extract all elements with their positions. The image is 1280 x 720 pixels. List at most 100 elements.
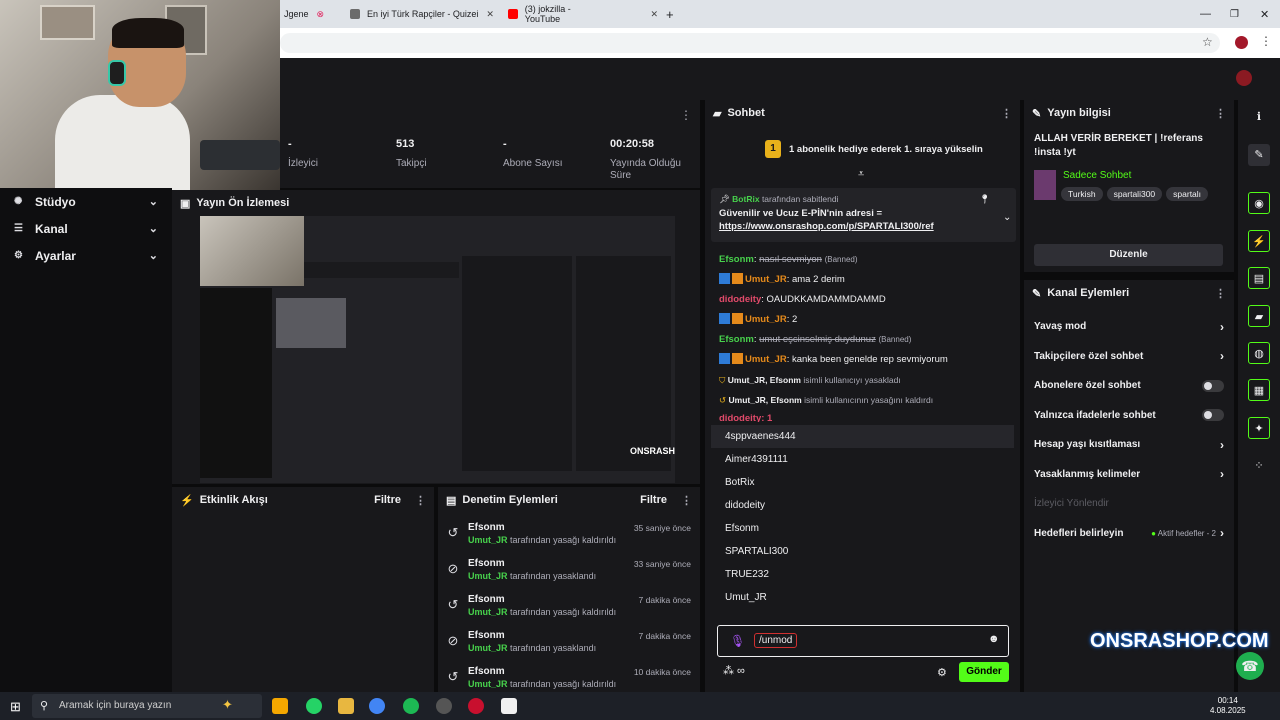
action-banned-words[interactable]: Yasaklanmış kelimeler › xyxy=(1024,460,1234,490)
pinned-link[interactable]: https://www.onsrashop.com/p/SPARTALI300/… xyxy=(711,219,1016,232)
close-tab-icon[interactable]: ✕ xyxy=(486,9,494,20)
chat-message: Efsonm: umut eşcinselmiş duydunuz (Banne… xyxy=(719,334,912,345)
subscribers-only-toggle[interactable] xyxy=(1202,379,1224,392)
close-tab-icon[interactable]: ✕ xyxy=(650,9,658,20)
layout-icon[interactable]: ▦ xyxy=(1248,379,1270,401)
wrench-icon[interactable]: ✦ xyxy=(1248,417,1270,439)
chat-message: didodeity: OAUDKKAMDAMMDAMMD xyxy=(719,294,886,305)
suggestion-item[interactable]: didodeity xyxy=(711,494,1014,517)
send-button[interactable]: Gönder xyxy=(959,662,1009,682)
restore-icon[interactable]: ❐ xyxy=(1230,4,1239,24)
chat-menu-icon[interactable]: ⋮ xyxy=(1001,107,1012,120)
unpin-icon[interactable]: 📍︎ xyxy=(979,194,990,205)
taskbar: ⊞ ⚲ Aramak için buraya yazın ✦ 00:14 4.08… xyxy=(0,692,1280,720)
streamer-hair xyxy=(112,18,184,48)
stat-uptime: 00:20:58 Yayında Olduğu Süre xyxy=(610,138,681,181)
chat-bubble-icon[interactable]: ▰ xyxy=(1248,305,1270,327)
user-avatar[interactable] xyxy=(1236,70,1252,86)
taskbar-search[interactable]: ⚲ Aramak için buraya yazın ✦ xyxy=(32,694,262,718)
action-slow-mode[interactable]: Yavaş mod › xyxy=(1024,312,1234,342)
suggestion-item[interactable]: BotRix xyxy=(711,471,1014,494)
suggestion-item[interactable]: TRUE232 xyxy=(711,563,1014,586)
spotify-icon[interactable] xyxy=(403,698,419,714)
info-icon[interactable]: ℹ xyxy=(1248,106,1270,128)
action-emotes-only[interactable]: Yalnızca ifadelerle sohbet xyxy=(1024,401,1234,431)
new-tab-button[interactable]: + xyxy=(666,4,674,24)
search-app-icon[interactable] xyxy=(272,698,288,714)
edit-button[interactable]: Düzenle xyxy=(1034,244,1223,266)
stats-panel: ⋮ - İzleyici 513 Takipçi - Abone Sayısı 00:… xyxy=(280,100,700,188)
broadcast-icon[interactable]: ◍ xyxy=(1248,342,1270,364)
search-icon: ⚲ xyxy=(40,700,49,712)
opera-icon[interactable] xyxy=(468,698,484,714)
microphone-icon[interactable]: 🎙︎ xyxy=(730,634,745,648)
chat-header: ▰ Sohbet ⋮ xyxy=(713,107,1012,120)
moderation-filter-button[interactable]: Filtre xyxy=(640,494,667,506)
sidebar-item-studio[interactable]: ✺ Stüdyo ⌄ xyxy=(0,188,172,215)
shield-icon: ⛉ xyxy=(719,375,726,385)
tag[interactable]: spartali300 xyxy=(1106,187,1163,201)
settings-icon: ⚙ xyxy=(14,250,23,261)
action-subscribers-only[interactable]: Abonelere özel sohbet xyxy=(1024,371,1234,401)
minimize-icon[interactable]: — xyxy=(1200,4,1211,24)
sidebar-item-channel[interactable]: ☰ Kanal ⌄ xyxy=(0,215,172,242)
suggestion-item[interactable]: Umut_JR xyxy=(711,586,1014,609)
sidebar-item-settings[interactable]: ⚙ Ayarlar ⌄ xyxy=(0,242,172,269)
stats-menu-icon[interactable]: ⋮ xyxy=(680,108,692,122)
action-goals[interactable]: Hedefleri belirleyin ● Aktif hedefler - 2… xyxy=(1024,519,1234,549)
close-tab-icon[interactable]: ⊗ xyxy=(317,9,325,20)
browser-tab[interactable]: En iyi Türk Rapçiler - Quizei ✕ xyxy=(350,4,500,24)
windows-start-icon[interactable]: ⊞ xyxy=(10,699,21,715)
obs-icon[interactable] xyxy=(436,698,452,714)
chevron-right-icon: › xyxy=(1220,467,1224,482)
edit-icon: ✎ xyxy=(1032,287,1042,300)
collapse-icon[interactable]: ⩡ xyxy=(858,168,864,181)
suggestion-item[interactable]: SPARTALI300 xyxy=(711,540,1014,563)
activity-filter-button[interactable]: Filtre xyxy=(374,494,401,506)
stream-preview-video[interactable]: ONSRASHOP.COM xyxy=(200,216,675,483)
emoji-icon[interactable]: ☻ xyxy=(988,633,1000,645)
more-icon[interactable]: ⁘ xyxy=(1248,455,1270,477)
emotes-only-toggle[interactable] xyxy=(1202,409,1224,422)
lightning-icon[interactable]: ⚡ xyxy=(1248,230,1270,252)
url-field[interactable] xyxy=(280,33,1220,53)
points-icon[interactable]: ⁂ ∞ xyxy=(723,664,745,677)
sparkle-icon: ✦ xyxy=(222,697,233,712)
notepad-icon[interactable] xyxy=(501,698,517,714)
chat-input[interactable]: 🎙︎ /unmod ☻ xyxy=(717,625,1009,657)
suggestion-item[interactable]: Efsonm xyxy=(711,517,1014,540)
preview-stats xyxy=(304,262,459,278)
moderation-menu-icon[interactable]: ⋮ xyxy=(681,494,692,507)
browser-menu-icon[interactable]: ⋮ xyxy=(1260,34,1272,48)
pinned-message[interactable]: 📌︎ BotRix tarafından sabitlendi Güvenili… xyxy=(711,188,1016,242)
tag[interactable]: spartalı xyxy=(1166,187,1209,201)
suggestion-item[interactable]: 4sppvaenes444 xyxy=(711,425,1014,448)
whatsapp-icon[interactable] xyxy=(306,698,322,714)
category-link[interactable]: Sadece Sohbet xyxy=(1063,170,1131,181)
channel-icon: ☰ xyxy=(14,223,23,234)
edit-icon[interactable]: ✎ xyxy=(1248,144,1270,166)
chevron-down-icon[interactable]: ⌄ xyxy=(1003,212,1011,223)
chrome-icon[interactable] xyxy=(369,698,385,714)
tag[interactable]: Turkish xyxy=(1061,187,1103,201)
folder-icon[interactable] xyxy=(338,698,354,714)
browser-tab[interactable]: (3) jokzilla - YouTube ✕ xyxy=(508,4,658,24)
close-window-icon[interactable]: ✕ xyxy=(1260,4,1269,24)
preview-sidebar xyxy=(200,288,272,478)
camera-icon[interactable]: ◉ xyxy=(1248,192,1270,214)
suggestion-item[interactable]: Aimer4391111 xyxy=(711,448,1014,471)
bookmark-star-icon[interactable]: ☆ xyxy=(1202,35,1213,49)
document-icon[interactable]: ▤ xyxy=(1248,267,1270,289)
chat-settings-icon[interactable]: ⚙ xyxy=(937,666,947,679)
gift-goal-banner[interactable]: 1 1 abonelik hediye ederek 1. sıraya yük… xyxy=(765,140,983,158)
profile-avatar[interactable] xyxy=(1235,36,1248,49)
preview-chat xyxy=(462,256,572,471)
browser-tab[interactable]: Jgene ⊗ xyxy=(284,4,344,24)
studio-sidebar: ✺ Stüdyo ⌄ ☰ Kanal ⌄ ⚙ Ayarlar ⌄ xyxy=(0,188,172,692)
channel-actions-menu-icon[interactable]: ⋮ xyxy=(1215,287,1226,300)
activity-menu-icon[interactable]: ⋮ xyxy=(415,494,426,507)
stream-info-menu-icon[interactable]: ⋮ xyxy=(1215,107,1226,120)
action-followers-only[interactable]: Takipçilere özel sohbet › xyxy=(1024,342,1234,372)
action-account-age[interactable]: Hesap yaşı kısıtlaması › xyxy=(1024,430,1234,460)
clock[interactable]: 00:14 4.08.2025 xyxy=(1210,696,1246,716)
